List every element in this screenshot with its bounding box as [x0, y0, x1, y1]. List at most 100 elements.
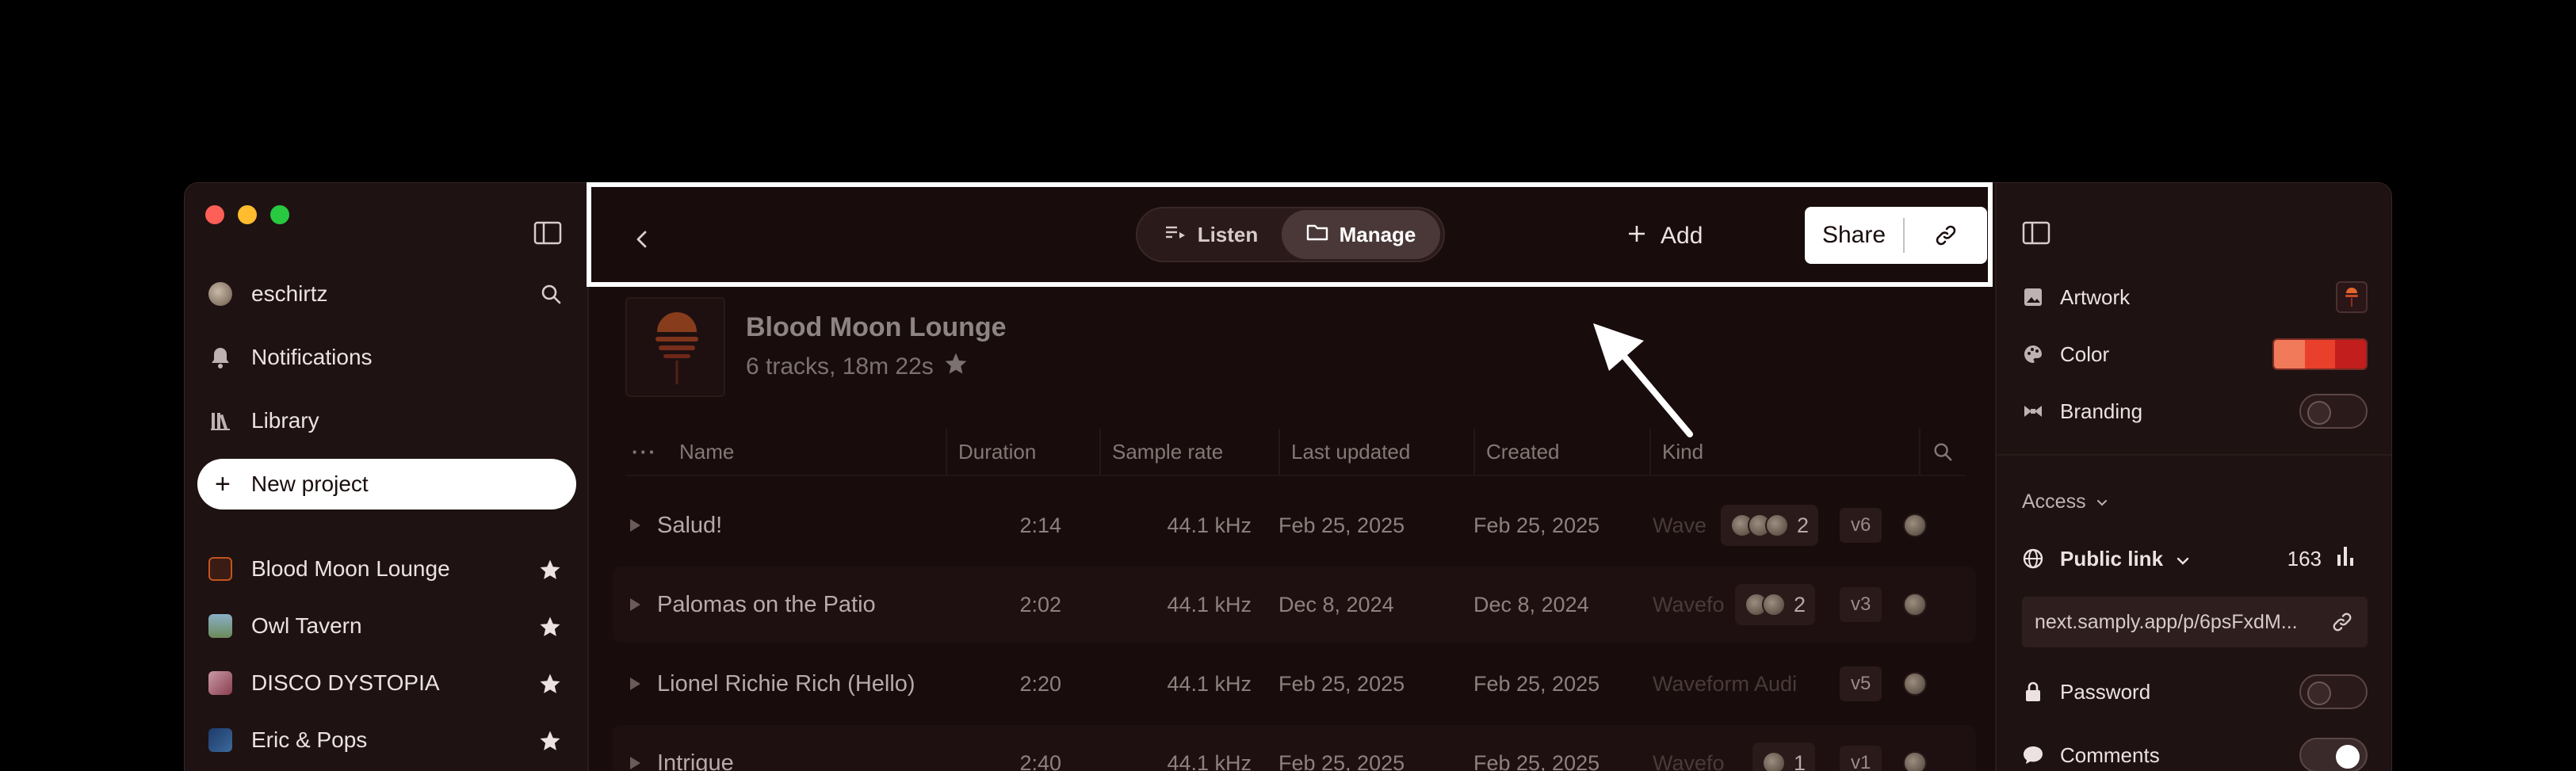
view-switcher: Listen Manage: [1136, 207, 1445, 262]
column-sample-rate[interactable]: Sample rate: [1101, 429, 1280, 475]
add-label: Add: [1661, 223, 1703, 249]
project-header: Blood Moon Lounge 6 tracks, 18m 22s: [625, 297, 1007, 397]
version-badge[interactable]: v1: [1840, 746, 1882, 771]
access-dropdown[interactable]: Access: [2022, 479, 2368, 524]
sidebar-item-library[interactable]: Library: [185, 395, 589, 446]
tab-manage[interactable]: Manage: [1282, 210, 1440, 259]
column-duration[interactable]: Duration: [947, 429, 1101, 475]
plays-count[interactable]: 163: [2287, 545, 2356, 573]
divider: [1997, 454, 2391, 456]
sidebar-project-item[interactable]: Blood Moon Lounge: [185, 544, 589, 594]
public-link-url: next.samply.app/p/6psFxdM...: [2035, 610, 2298, 633]
plus-icon: +: [215, 469, 231, 499]
branding-row: Branding: [2022, 389, 2368, 433]
sidebar-project-item[interactable]: DISCO DYSTOPIA: [185, 658, 589, 708]
table-row[interactable]: Palomas on the Patio 2:02 44.1 kHz Dec 8…: [613, 567, 1976, 643]
sidebar-item-label: DISCO DYSTOPIA: [251, 670, 440, 695]
add-button[interactable]: Add: [1627, 218, 1703, 254]
version-badge[interactable]: v3: [1840, 587, 1882, 622]
play-icon[interactable]: [613, 677, 657, 691]
star-icon[interactable]: [538, 615, 562, 639]
artwork-label: Artwork: [2060, 284, 2131, 309]
play-icon[interactable]: [613, 518, 657, 532]
color-row[interactable]: Color: [2022, 332, 2368, 376]
close-window-button[interactable]: [205, 205, 224, 224]
table-search-icon[interactable]: [1921, 429, 1965, 475]
collaborators[interactable]: 1: [1752, 742, 1816, 771]
chevron-down-icon: [2176, 547, 2190, 571]
copy-link-icon[interactable]: [1905, 223, 1987, 247]
project-thumbnail: [208, 671, 232, 695]
lock-icon: [2022, 681, 2044, 703]
palette-icon: [2022, 343, 2044, 365]
project-artwork[interactable]: [625, 297, 725, 397]
star-icon[interactable]: [538, 558, 562, 582]
artwork-row[interactable]: Artwork: [2022, 275, 2368, 319]
tab-label: Manage: [1339, 222, 1416, 246]
avatar: [208, 282, 232, 306]
more-icon[interactable]: ···: [632, 440, 657, 464]
minimize-window-button[interactable]: [238, 205, 257, 224]
column-last-updated[interactable]: Last updated: [1280, 429, 1475, 475]
copy-link-icon[interactable]: [2331, 611, 2353, 639]
play-icon[interactable]: [613, 756, 657, 770]
table-row[interactable]: Intrigue 2:40 44.1 kHz Feb 25, 2025 Feb …: [613, 725, 1976, 771]
branding-toggle[interactable]: [2299, 394, 2368, 429]
table-header: ··· Name Duration Sample rate Last updat…: [625, 429, 1965, 476]
table-row[interactable]: Lionel Richie Rich (Hello) 2:20 44.1 kHz…: [613, 646, 1976, 722]
search-icon[interactable]: [540, 283, 562, 311]
sidebar-item-label: Blood Moon Lounge: [251, 556, 450, 581]
sidebar-project-item[interactable]: Eric & Pops: [185, 715, 589, 765]
sidebar-item-notifications[interactable]: Notifications: [185, 332, 589, 383]
artwork-thumbnail[interactable]: [2336, 281, 2368, 313]
image-icon: [2022, 286, 2044, 308]
main-content: Listen Manage Add Share Blood Moon Loung…: [589, 183, 1995, 771]
account-menu[interactable]: eschirtz: [185, 269, 589, 319]
star-icon[interactable]: [538, 729, 562, 753]
back-chevron-icon[interactable]: [630, 227, 654, 251]
annotation-arrow-icon: [1593, 323, 1693, 437]
password-toggle[interactable]: [2299, 674, 2368, 709]
star-icon[interactable]: [538, 672, 562, 696]
bowtie-icon: [2022, 400, 2044, 422]
public-link-dropdown[interactable]: Public link: [2060, 547, 2190, 571]
collaborators[interactable]: 2: [1735, 584, 1816, 625]
column-name[interactable]: ··· Name: [625, 429, 947, 475]
comments-label: Comments: [2060, 742, 2160, 767]
globe-icon: [2022, 548, 2044, 570]
password-label: Password: [2060, 679, 2151, 704]
avatar: [1903, 593, 1927, 616]
star-icon[interactable]: [943, 351, 969, 383]
folder-icon: [1306, 223, 1328, 247]
color-label: Color: [2060, 342, 2110, 366]
version-badge[interactable]: v5: [1840, 666, 1882, 701]
sidebar-item-label: Library: [251, 408, 319, 433]
details-panel: Artwork Color Branding Access Public lin…: [1995, 183, 2391, 771]
tab-listen[interactable]: Listen: [1141, 210, 1282, 259]
panel-toggle-icon[interactable]: [2022, 221, 2050, 249]
public-link-row: Public link 163: [2022, 536, 2368, 581]
sidebar-toggle-icon[interactable]: [533, 221, 562, 245]
sidebar: eschirtz Notifications Library + New pro…: [185, 183, 589, 771]
sidebar-item-label: Notifications: [251, 345, 373, 369]
play-icon[interactable]: [613, 597, 657, 612]
comments-row: Comments: [2022, 733, 2368, 771]
tab-label: Listen: [1197, 222, 1259, 246]
maximize-window-button[interactable]: [270, 205, 289, 224]
color-swatch[interactable]: [2272, 338, 2368, 370]
version-badge[interactable]: v6: [1840, 508, 1882, 543]
comment-icon: [2022, 744, 2044, 766]
table-row[interactable]: Salud! 2:14 44.1 kHz Feb 25, 2025 Feb 25…: [613, 487, 1976, 563]
new-project-button[interactable]: + New project: [197, 459, 576, 510]
avatar: [1903, 672, 1927, 696]
app-window: eschirtz Notifications Library + New pro…: [184, 182, 2392, 771]
project-thumbnail: [208, 614, 232, 638]
project-thumbnail: [208, 728, 232, 752]
comments-toggle[interactable]: [2299, 738, 2368, 771]
chevron-down-icon: [2096, 490, 2108, 513]
public-link-field[interactable]: next.samply.app/p/6psFxdM...: [2022, 597, 2368, 647]
share-button[interactable]: Share: [1805, 222, 1903, 249]
sidebar-project-item[interactable]: Owl Tavern: [185, 601, 589, 651]
collaborators[interactable]: 2: [1721, 505, 1819, 546]
avatar: [1903, 513, 1927, 537]
